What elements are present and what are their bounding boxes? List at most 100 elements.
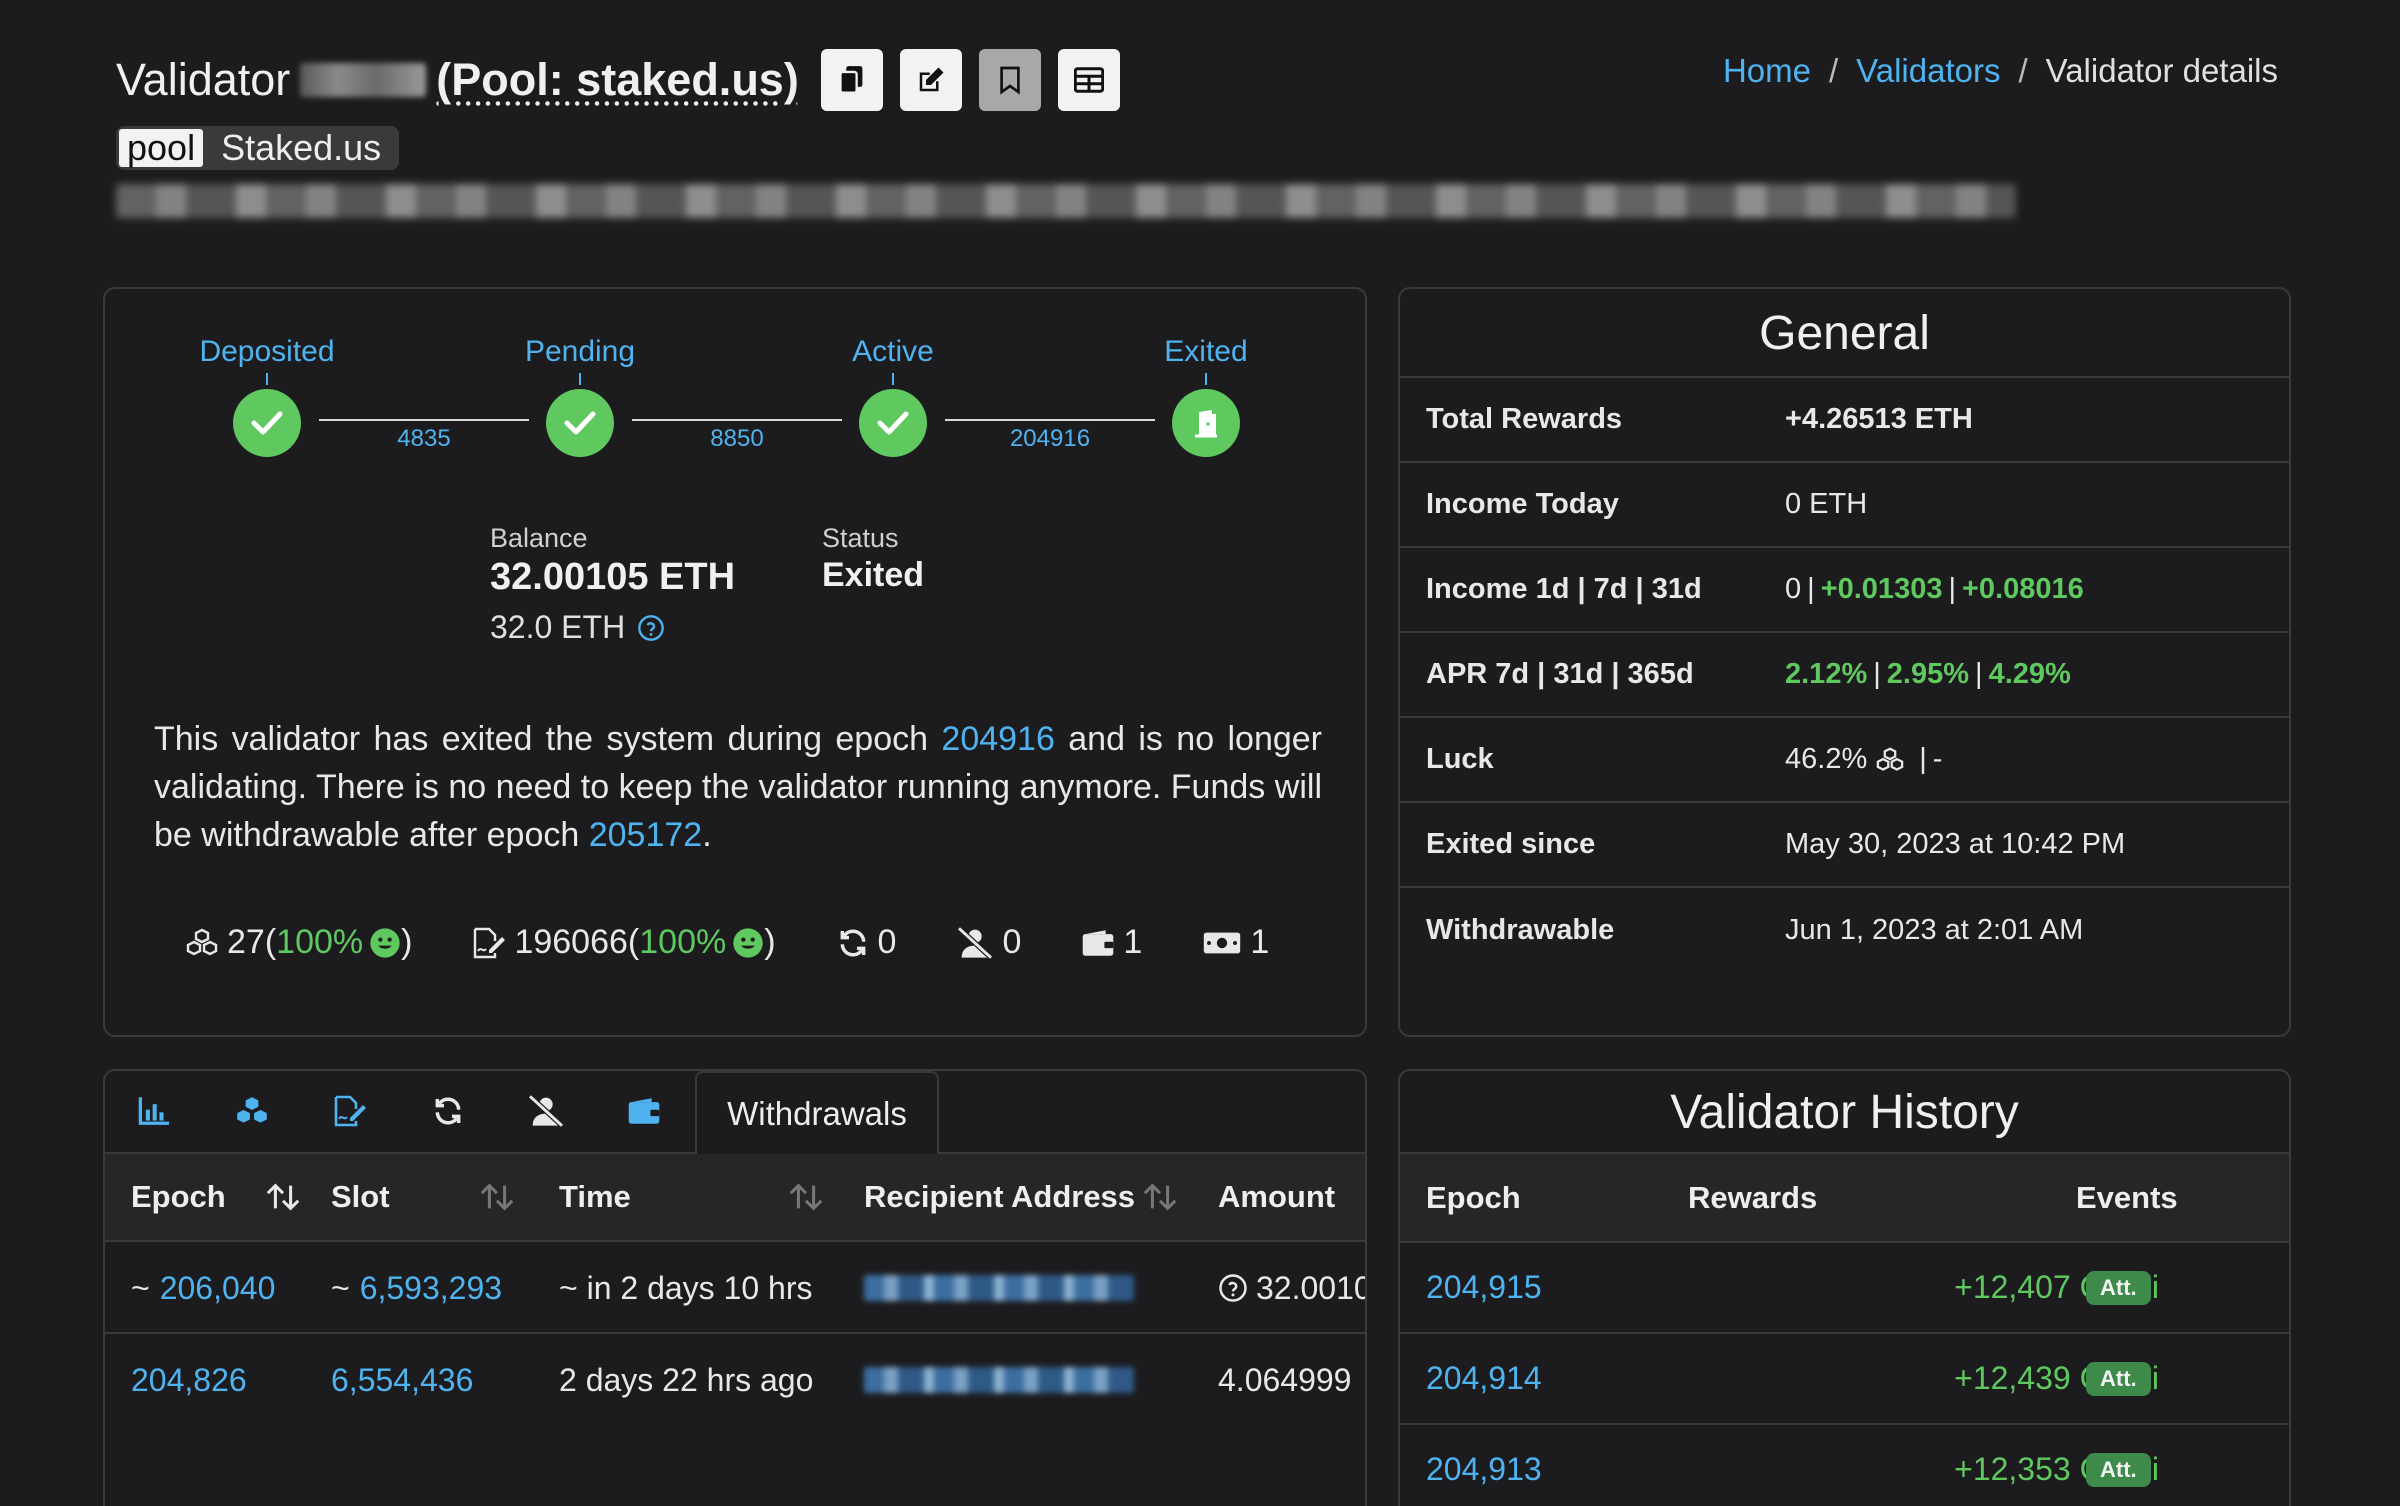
- history-row: 204,914 +12,439 GWei Att.: [1400, 1334, 2289, 1425]
- attestation-badge: Att.: [2086, 1452, 2151, 1487]
- check-icon: [546, 389, 614, 457]
- pool-name: Staked.us: [221, 127, 382, 168]
- slot-link[interactable]: 6,554,436: [331, 1362, 473, 1399]
- help-icon[interactable]: [637, 614, 665, 642]
- door-exit-icon: [1172, 389, 1240, 457]
- history-title: Validator History: [1400, 1071, 2289, 1154]
- col-slot[interactable]: Slot: [331, 1179, 516, 1215]
- wallet-icon: [1081, 929, 1115, 957]
- breadcrumb-home[interactable]: Home: [1723, 52, 1811, 90]
- total-rewards-value: +4.26513 ETH: [1785, 403, 1973, 435]
- status-block: Status Exited: [822, 523, 924, 595]
- recipient-cell[interactable]: [864, 1242, 1134, 1334]
- tab-sync[interactable]: [399, 1071, 497, 1152]
- step-tick: [266, 373, 268, 385]
- check-icon: [233, 389, 301, 457]
- amount-value: 32.0010: [1256, 1269, 1367, 1306]
- epoch-link[interactable]: 204,914: [1426, 1334, 1542, 1423]
- step-label: Pending: [524, 335, 636, 368]
- total-rewards-row: Total Rewards +4.26513 ETH: [1400, 378, 2289, 463]
- breadcrumb-separator: /: [1829, 52, 1839, 89]
- step-active: Active: [793, 335, 993, 385]
- sync-stat[interactable]: 0: [836, 923, 896, 962]
- tab-deposits[interactable]: [595, 1071, 693, 1152]
- bookmark-button[interactable]: [978, 49, 1041, 111]
- tab-slashings[interactable]: [497, 1071, 595, 1152]
- title-prefix: Validator: [116, 54, 291, 105]
- breadcrumb-current: Validator details: [2045, 52, 2278, 89]
- step-connector: [319, 419, 529, 421]
- withdrawable-value[interactable]: Jun 1, 2023 at 2:01 AM: [1785, 914, 2083, 947]
- recipient-address-redacted: [864, 1367, 1134, 1393]
- sync-icon: [435, 1097, 461, 1124]
- exit-message-text: This validator has exited the system dur…: [154, 720, 942, 758]
- pool-link[interactable]: (Pool: staked.us): [436, 54, 799, 106]
- edit-button[interactable]: [899, 49, 962, 111]
- effective-balance: 32.0 ETH: [490, 609, 735, 646]
- step-exited: Exited: [1106, 335, 1306, 385]
- attestations-count: 196066: [514, 923, 628, 961]
- tab-attestations[interactable]: [301, 1071, 399, 1152]
- col-recipient[interactable]: Recipient Address: [864, 1179, 1179, 1215]
- attestations-stat[interactable]: 196066(100% ): [472, 923, 776, 962]
- table-row: ~ 206,040 ~ 6,593,293 ~ in 2 days 10 hrs…: [105, 1242, 1365, 1334]
- recipient-cell[interactable]: [864, 1334, 1134, 1426]
- row-key: Exited since: [1426, 828, 1596, 860]
- col-amount[interactable]: Amount: [1218, 1179, 1335, 1215]
- col-events: Events: [2076, 1179, 2178, 1215]
- tab-withdrawals[interactable]: Withdrawals: [695, 1071, 939, 1156]
- balance-label: Balance: [490, 523, 588, 553]
- smile-icon: [733, 927, 763, 958]
- withdraw-epoch-link[interactable]: 205172: [589, 816, 702, 854]
- validator-status-card: Deposited Pending Active Exited 4835 885…: [103, 287, 1367, 1037]
- step-tick: [579, 373, 581, 385]
- epoch-link[interactable]: 206,040: [160, 1270, 276, 1307]
- tab-charts[interactable]: [105, 1071, 203, 1152]
- attestation-badge: Att.: [2086, 1361, 2151, 1396]
- help-icon[interactable]: [1218, 1273, 1248, 1303]
- epoch-cell: 204,826: [131, 1334, 247, 1426]
- slot-cell: 6,554,436: [331, 1334, 473, 1426]
- step-tick: [1205, 373, 1207, 385]
- money-bill-icon: [1202, 930, 1242, 956]
- income-periods-value: 0 | +0.01303 | +0.08016: [1785, 573, 2084, 605]
- exited-since-value[interactable]: May 30, 2023 at 10:42 PM: [1785, 828, 2125, 861]
- cubes-icon: [1876, 746, 1904, 771]
- cubes-icon: [237, 1096, 267, 1123]
- exit-message: This validator has exited the system dur…: [154, 715, 1322, 859]
- epoch-link[interactable]: 204,913: [1426, 1425, 1542, 1506]
- balance-block: Balance 32.00105 ETH 32.0 ETH: [490, 523, 735, 646]
- deposits-stat[interactable]: 1: [1081, 923, 1142, 962]
- step-epoch-gap: 4835: [397, 425, 451, 452]
- row-key: Income 1d | 7d | 31d: [1426, 573, 1702, 605]
- slashings-stat[interactable]: 0: [956, 923, 1021, 962]
- col-epoch[interactable]: Epoch: [131, 1179, 302, 1215]
- epoch-link[interactable]: 204,915: [1426, 1243, 1542, 1332]
- amount-cell: 32.0010: [1218, 1242, 1367, 1334]
- col-time[interactable]: Time: [559, 1179, 825, 1215]
- income-31d: +0.08016: [1962, 573, 2084, 605]
- pool-tag: pool: [119, 129, 204, 167]
- step-epoch-gap: 204916: [1009, 425, 1091, 452]
- proposals-stat[interactable]: 27(100% ): [185, 923, 412, 962]
- col-label: Amount: [1218, 1179, 1336, 1214]
- table-view-button[interactable]: [1057, 49, 1120, 111]
- withdrawals-count: 1: [1250, 923, 1270, 961]
- withdrawals-card: Withdrawals Epoch Slot Time Recipient Ad…: [103, 1069, 1367, 1506]
- step-tick: [892, 373, 894, 385]
- income-periods-row: Income 1d | 7d | 31d 0 | +0.01303 | +0.08016: [1400, 548, 2289, 633]
- epoch-link[interactable]: 204,826: [131, 1362, 247, 1399]
- copy-button[interactable]: [820, 49, 883, 111]
- tab-blocks[interactable]: [203, 1071, 301, 1152]
- income-7d: +0.01303: [1820, 573, 1943, 605]
- step-epoch-gap: 8850: [710, 425, 764, 452]
- exit-epoch-link[interactable]: 204916: [941, 720, 1054, 758]
- proposals-pct: 100%: [276, 923, 364, 961]
- row-key: APR 7d | 31d | 365d: [1426, 658, 1694, 690]
- event-cell: Att.: [2086, 1425, 2151, 1506]
- luck-row: Luck 46.2% | -: [1400, 718, 2289, 803]
- step-label: Active: [852, 335, 934, 368]
- breadcrumb-validators[interactable]: Validators: [1856, 52, 2000, 90]
- slot-link[interactable]: 6,593,293: [360, 1270, 502, 1307]
- withdrawals-stat[interactable]: 1: [1202, 923, 1269, 962]
